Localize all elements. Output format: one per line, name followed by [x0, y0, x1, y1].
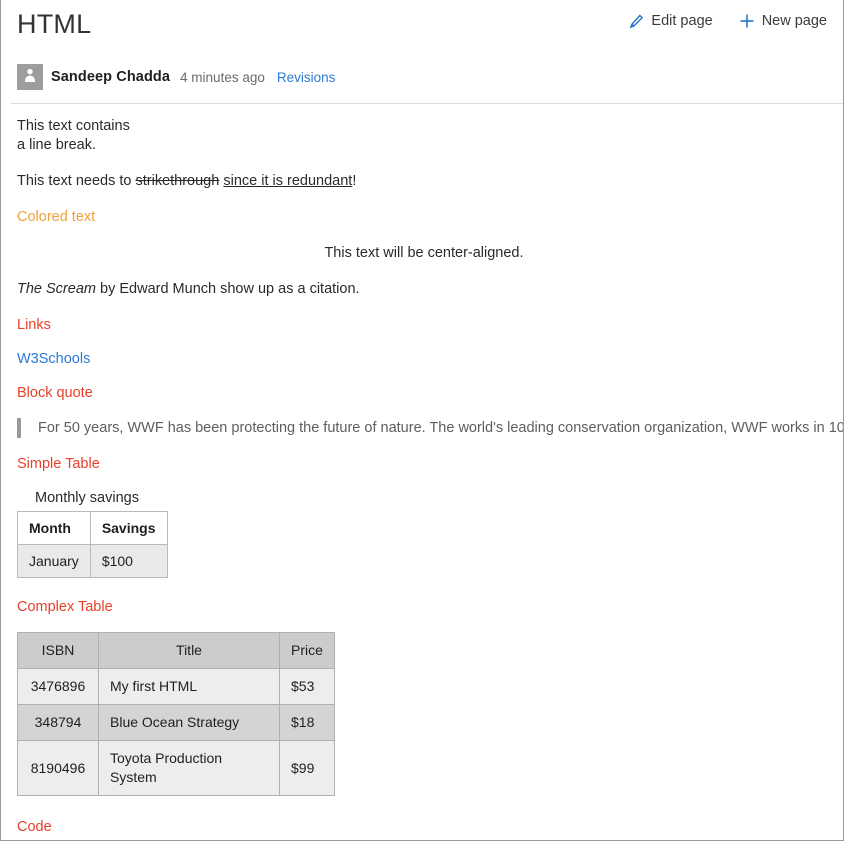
column-header-month: Month — [17, 511, 91, 545]
revisions-link[interactable]: Revisions — [277, 70, 336, 85]
links-section-body: W3Schools — [17, 350, 843, 368]
line-break-text-2: a line break. — [17, 137, 96, 153]
page-header: HTML Edit page New page — [1, 0, 843, 56]
author-name: Sandeep Chadda — [51, 69, 171, 85]
cell-title: Blue Ocean Strategy — [98, 704, 280, 741]
simple-table-section-heading: Simple Table — [17, 456, 100, 472]
complex-table-section-heading: Complex Table — [17, 599, 113, 615]
links-section-heading: Links — [17, 317, 51, 333]
table-row: 3476896 My first HTML $53 — [17, 668, 335, 705]
avatar — [17, 64, 43, 90]
cell-isbn: 348794 — [17, 704, 99, 741]
cell-month: January — [17, 544, 91, 578]
blockquote: For 50 years, WWF has been protecting th… — [17, 418, 843, 438]
edit-page-button[interactable]: Edit page — [629, 12, 713, 30]
strikethrough-prefix: This text needs to — [17, 173, 136, 189]
complex-table: ISBN Title Price 3476896 My first HTML $… — [17, 632, 335, 796]
simple-table: Month Savings January $100 — [17, 511, 168, 578]
cited-work-title: The Scream — [17, 281, 96, 297]
page-title: HTML — [17, 9, 92, 39]
user-avatar-icon — [22, 67, 38, 88]
page-content: This text contains a line break. This te… — [1, 104, 843, 840]
strikethrough-suffix: ! — [352, 173, 357, 189]
pencil-icon — [629, 14, 644, 29]
underlined-text: since it is redundant — [223, 173, 353, 189]
table-header-row: ISBN Title Price — [17, 632, 335, 669]
w3schools-link[interactable]: W3Schools — [17, 351, 90, 367]
cell-price: $53 — [279, 668, 335, 705]
byline: Sandeep Chadda 4 minutes ago Revisions — [17, 64, 335, 90]
cell-price: $18 — [279, 704, 335, 741]
table-row: January $100 — [17, 544, 168, 578]
column-header-savings: Savings — [89, 511, 168, 545]
centered-paragraph: This text will be center-aligned. — [324, 245, 524, 261]
header-actions: Edit page New page — [629, 12, 827, 30]
strikethrough-paragraph: This text needs to strikethrough since i… — [17, 172, 843, 191]
colored-text-paragraph: Colored text — [17, 209, 96, 225]
timestamp: 4 minutes ago — [180, 69, 265, 85]
code-section-heading: Code — [17, 819, 52, 835]
new-page-label: New page — [761, 13, 827, 29]
table-header-row: Month Savings — [17, 511, 168, 545]
wiki-page-window: HTML Edit page New page Sandeep Chadda 4… — [0, 0, 844, 841]
table-row: 8190496 Toyota Production System $99 — [17, 740, 335, 796]
simple-table-caption: Monthly savings — [35, 490, 139, 506]
line-break-text-1: This text contains — [17, 118, 130, 134]
cell-title: My first HTML — [98, 668, 280, 705]
cell-price: $99 — [279, 740, 335, 796]
column-header-isbn: ISBN — [17, 632, 99, 669]
citation-paragraph: The Scream by Edward Munch show up as a … — [17, 280, 843, 299]
cell-isbn: 3476896 — [17, 668, 99, 705]
cell-savings: $100 — [89, 544, 168, 578]
edit-page-label: Edit page — [651, 13, 713, 29]
cell-isbn: 8190496 — [17, 740, 99, 796]
column-header-title: Title — [98, 632, 280, 669]
new-page-button[interactable]: New page — [739, 12, 827, 30]
cell-title: Toyota Production System — [98, 740, 280, 796]
citation-rest: by Edward Munch show up as a citation. — [95, 281, 360, 297]
blockquote-section-heading: Block quote — [17, 385, 93, 401]
table-row: 348794 Blue Ocean Strategy $18 — [17, 704, 335, 741]
strikethrough-text: strikethrough — [135, 173, 220, 189]
plus-icon — [739, 13, 755, 29]
line-break-paragraph: This text contains a line break. — [17, 117, 843, 155]
column-header-price: Price — [279, 632, 335, 669]
